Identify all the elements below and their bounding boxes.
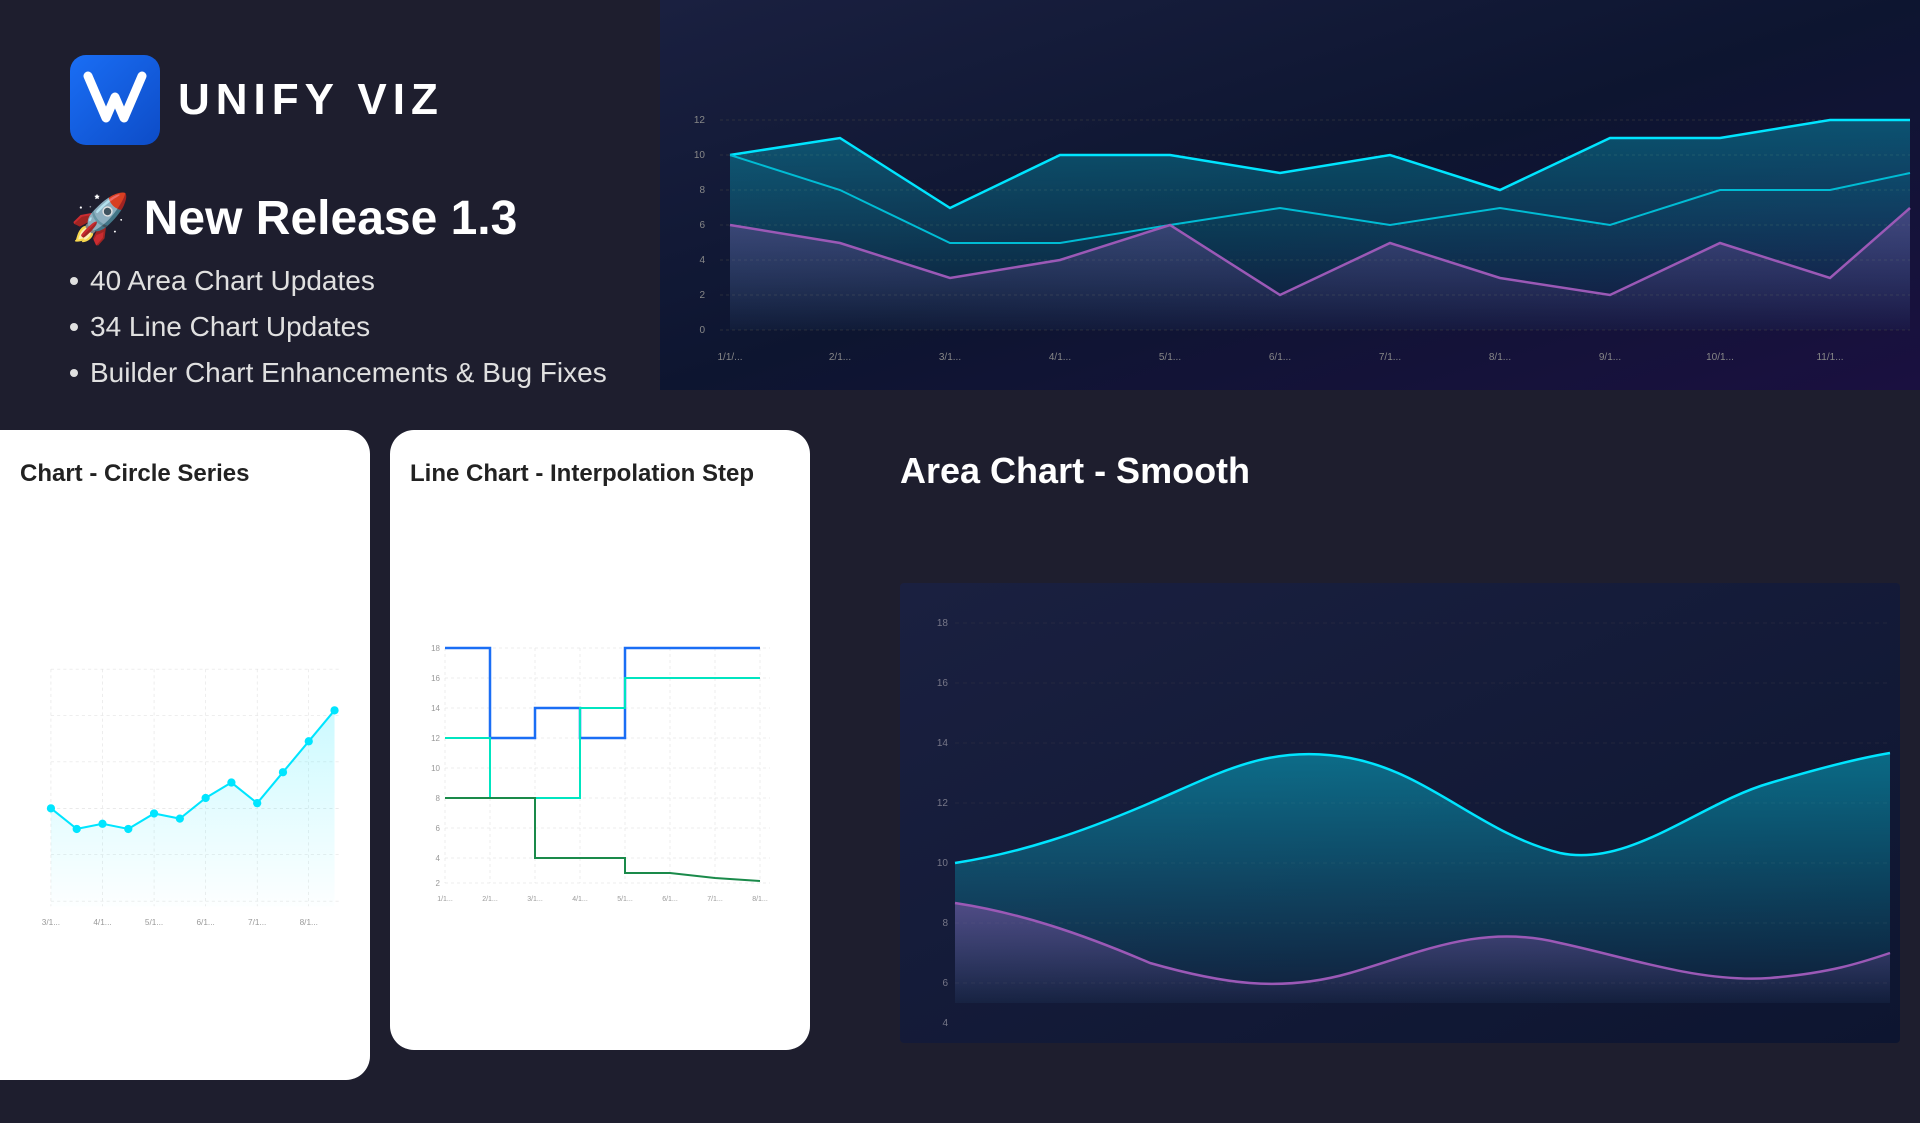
svg-text:6/1...: 6/1... <box>1269 352 1291 363</box>
logo-name: UNIFY VIZ <box>178 75 444 125</box>
svg-text:3/1...: 3/1... <box>42 918 60 927</box>
svg-text:6: 6 <box>699 220 705 231</box>
svg-text:12: 12 <box>694 115 706 126</box>
release-item-3: Builder Chart Enhancements & Bug Fixes <box>90 357 607 389</box>
area-smooth-card: Area Chart - Smooth <box>870 430 1920 1080</box>
svg-text:4: 4 <box>699 255 705 266</box>
svg-text:10: 10 <box>694 150 706 161</box>
svg-text:2/1...: 2/1... <box>829 352 851 363</box>
rocket-emoji: 🚀 <box>70 190 130 247</box>
svg-text:14: 14 <box>431 704 440 713</box>
svg-text:1/1...: 1/1... <box>437 896 453 903</box>
svg-text:8/1...: 8/1... <box>300 918 318 927</box>
svg-text:8: 8 <box>699 185 705 196</box>
svg-text:10: 10 <box>937 858 949 869</box>
logo-area: UNIFY VIZ <box>70 55 444 145</box>
release-section: 🚀 New Release 1.3 40 Area Chart Updates … <box>70 190 607 389</box>
svg-text:8/1...: 8/1... <box>752 896 768 903</box>
svg-text:18: 18 <box>431 644 440 653</box>
svg-text:10: 10 <box>431 764 440 773</box>
svg-text:4: 4 <box>942 1018 948 1029</box>
list-item: 34 Line Chart Updates <box>70 311 607 343</box>
svg-text:4/1...: 4/1... <box>1049 352 1071 363</box>
line-interp-title: Line Chart - Interpolation Step <box>410 460 790 488</box>
svg-text:8/1...: 8/1... <box>1489 352 1511 363</box>
svg-text:4/1...: 4/1... <box>93 918 111 927</box>
svg-text:1/1/...: 1/1/... <box>717 352 742 363</box>
bullet-icon <box>70 277 78 285</box>
svg-text:4: 4 <box>436 854 441 863</box>
svg-text:7/1...: 7/1... <box>248 918 266 927</box>
svg-text:8: 8 <box>942 918 948 929</box>
top-line-chart: 0 2 4 6 8 10 12 1/1/... 2/1... 3/1... 4/… <box>660 0 1920 390</box>
circle-series-chart: 3/1... 4/1... 5/1... 6/1... 7/1... 8/1..… <box>20 498 350 1080</box>
svg-text:5/1...: 5/1... <box>617 896 633 903</box>
svg-text:2: 2 <box>436 879 441 888</box>
svg-text:18: 18 <box>937 618 949 629</box>
top-chart-area: 0 2 4 6 8 10 12 1/1/... 2/1... 3/1... 4/… <box>660 0 1920 390</box>
svg-text:14: 14 <box>937 738 949 749</box>
line-interp-chart: 18 16 14 12 10 8 6 4 2 1/1... 2/1... 3/1… <box>410 498 790 1050</box>
release-title-text: New Release 1.3 <box>144 191 518 246</box>
line-interp-card: Line Chart - Interpolation Step 18 16 <box>390 430 810 1050</box>
svg-text:4/1...: 4/1... <box>572 896 588 903</box>
svg-text:2: 2 <box>699 290 705 301</box>
svg-text:12: 12 <box>431 734 440 743</box>
area-smooth-title: Area Chart - Smooth <box>900 450 1900 492</box>
svg-text:7/1...: 7/1... <box>707 896 723 903</box>
svg-text:0: 0 <box>699 325 705 336</box>
svg-text:6/1...: 6/1... <box>196 918 214 927</box>
svg-text:7/1...: 7/1... <box>1379 352 1401 363</box>
list-item: 40 Area Chart Updates <box>70 265 607 297</box>
circle-series-title: Chart - Circle Series <box>20 460 350 488</box>
release-item-2: 34 Line Chart Updates <box>90 311 370 343</box>
bottom-section: Chart - Circle Series <box>0 430 1920 1080</box>
logo-icon <box>70 55 160 145</box>
circle-series-card: Chart - Circle Series <box>0 430 370 1080</box>
svg-text:11/1...: 11/1... <box>1816 352 1843 363</box>
svg-text:6/1...: 6/1... <box>662 896 678 903</box>
list-item: Builder Chart Enhancements & Bug Fixes <box>70 357 607 389</box>
svg-text:5/1...: 5/1... <box>145 918 163 927</box>
release-list: 40 Area Chart Updates 34 Line Chart Upda… <box>70 265 607 389</box>
svg-text:9/1...: 9/1... <box>1599 352 1621 363</box>
svg-text:2/1...: 2/1... <box>482 896 498 903</box>
svg-text:16: 16 <box>431 674 440 683</box>
svg-text:16: 16 <box>937 678 949 689</box>
svg-text:8: 8 <box>436 794 441 803</box>
svg-text:6: 6 <box>942 978 948 989</box>
svg-text:5/1...: 5/1... <box>1159 352 1181 363</box>
area-smooth-chart: 18 16 14 12 10 8 6 4 <box>900 508 1900 1118</box>
svg-text:3/1...: 3/1... <box>939 352 961 363</box>
release-item-1: 40 Area Chart Updates <box>90 265 375 297</box>
bullet-icon <box>70 369 78 377</box>
svg-text:6: 6 <box>436 824 441 833</box>
release-title: 🚀 New Release 1.3 <box>70 190 607 247</box>
bullet-icon <box>70 323 78 331</box>
svg-text:3/1...: 3/1... <box>527 896 543 903</box>
svg-text:10/1...: 10/1... <box>1706 352 1734 363</box>
svg-text:12: 12 <box>937 798 949 809</box>
